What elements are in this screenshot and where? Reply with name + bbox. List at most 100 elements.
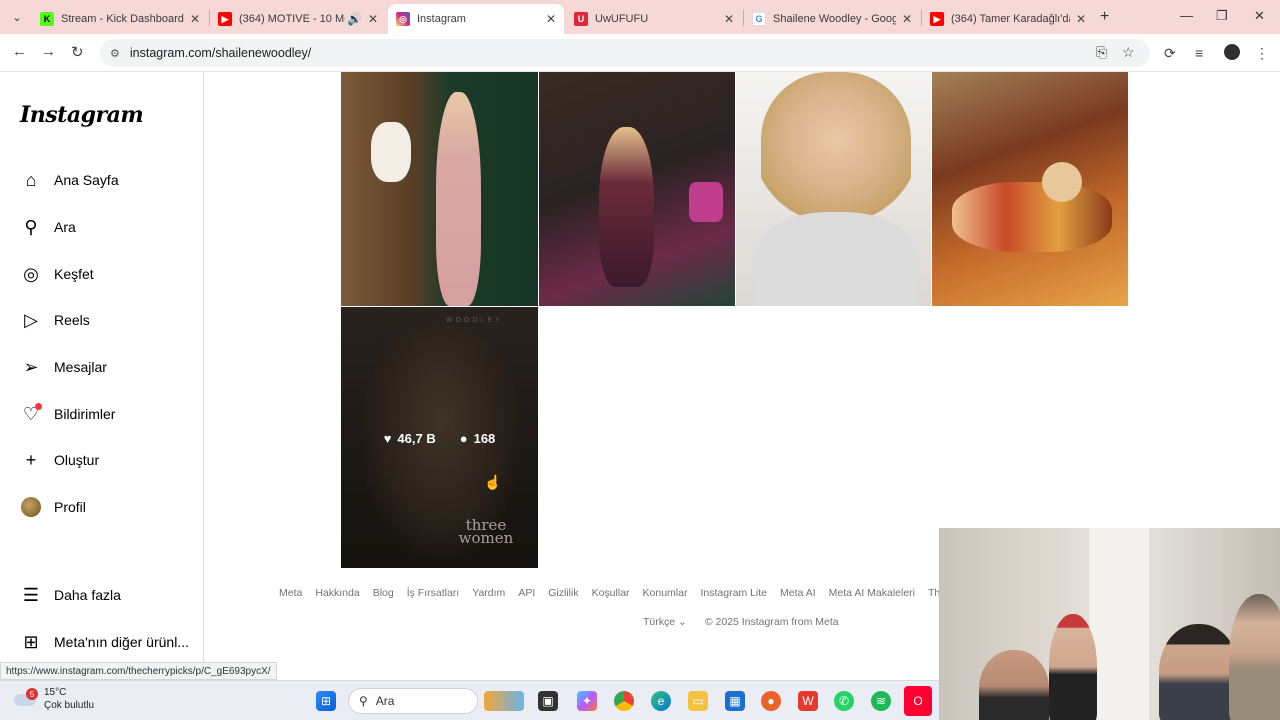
footer-link[interactable]: Yardım xyxy=(472,587,505,599)
person-figure xyxy=(1229,594,1280,720)
chrome-icon[interactable] xyxy=(614,691,634,711)
media-control-icon[interactable]: ≡ xyxy=(1195,45,1203,61)
footer-link[interactable]: API xyxy=(518,587,535,599)
nav-label: Ara xyxy=(54,219,76,235)
tab-kick[interactable]: K Stream - Kick Dashboard ✕ xyxy=(32,4,208,34)
footer-link[interactable]: İş Fırsatları xyxy=(407,587,460,599)
youtube-icon: ▶ xyxy=(930,12,944,26)
tab-youtube-tamer[interactable]: ▶ (364) Tamer Karadağlı'dan ✕ xyxy=(922,4,1094,34)
speaker-icon[interactable]: 🔊 xyxy=(347,12,362,26)
nav-meta-apps[interactable]: ⊞ Meta'nın diğer ürünl... xyxy=(20,627,189,657)
kick-icon: K xyxy=(40,12,54,26)
file-explorer-icon[interactable]: ▭ xyxy=(688,691,708,711)
weather-widget[interactable]: 5 15°C Çok bulutlu xyxy=(14,686,94,712)
person-figure xyxy=(1159,624,1239,720)
recording-app-icon[interactable]: ● xyxy=(761,691,781,711)
tab-title: Shailene Woodley - Googl xyxy=(773,13,896,25)
wps-office-icon[interactable]: W xyxy=(798,691,818,711)
nav-notifications[interactable]: ♡ Bildirimler xyxy=(20,399,115,429)
post-figure xyxy=(761,72,911,222)
tab-instagram[interactable]: ◎ Instagram ✕ xyxy=(388,4,564,34)
store-icon[interactable]: ▦ xyxy=(725,691,745,711)
minimize-icon[interactable]: — xyxy=(1180,8,1193,23)
language-select[interactable]: Türkçe ⌄ xyxy=(643,616,687,628)
compass-icon: ◎ xyxy=(23,263,39,284)
nav-label: Reels xyxy=(54,312,90,328)
nav-explore[interactable]: ◎ Keşfet xyxy=(20,259,94,289)
kebab-menu-icon[interactable]: ⋮ xyxy=(1255,45,1269,62)
post-thumbnail[interactable] xyxy=(736,72,931,306)
footer-link[interactable]: Gizlilik xyxy=(548,587,578,599)
messages-icon: ➢ xyxy=(23,356,39,377)
tab-title: Stream - Kick Dashboard xyxy=(61,13,184,25)
reload-icon[interactable]: ↻ xyxy=(71,43,84,61)
tab-title: (364) Tamer Karadağlı'dan xyxy=(951,13,1070,25)
profile-avatar-icon xyxy=(20,496,42,518)
footer-link[interactable]: Meta AI xyxy=(780,587,816,599)
address-bar[interactable]: ⚙ instagram.com/shailenewoodley/ ⎘ ☆ xyxy=(100,39,1150,67)
extension-icon[interactable]: ⟳ xyxy=(1164,45,1176,62)
weather-badge: 5 xyxy=(26,688,38,700)
footer-link[interactable]: Konumlar xyxy=(643,587,688,599)
heart-icon: ♥ xyxy=(383,431,392,446)
window-close-icon[interactable]: ✕ xyxy=(1254,8,1265,24)
post-title-text: three women xyxy=(458,516,514,547)
taskbar-search-box[interactable]: ⚲ Ara xyxy=(348,688,478,714)
close-icon[interactable]: ✕ xyxy=(368,12,378,26)
nav-profile[interactable]: Profil xyxy=(20,492,86,522)
tab-youtube-motive[interactable]: ▶ (364) MOTIVE - 10 MG 🔊 ✕ xyxy=(210,4,386,34)
opera-icon[interactable]: O xyxy=(904,686,932,716)
plus-icon: + xyxy=(25,449,37,470)
nav-create[interactable]: + Oluştur xyxy=(20,445,99,475)
nav-reels[interactable]: ▷ Reels xyxy=(20,305,90,335)
post-figure xyxy=(952,182,1112,252)
nav-more[interactable]: ☰ Daha fazla xyxy=(20,580,121,610)
post-thumbnail-hovered[interactable]: WOODLEY ♥ 46,7 B ● 168 three women xyxy=(341,307,538,568)
back-arrow-icon[interactable]: ← xyxy=(12,43,27,60)
windows-start-icon[interactable]: ⊞ xyxy=(316,691,336,711)
close-icon[interactable]: ✕ xyxy=(1076,12,1086,26)
close-icon[interactable]: ✕ xyxy=(902,12,912,26)
footer-link[interactable]: Koşullar xyxy=(592,587,630,599)
nav-messages[interactable]: ➢ Mesajlar xyxy=(20,352,106,382)
tab-search-chevron-icon[interactable]: ⌄ xyxy=(8,8,26,26)
copilot-icon[interactable]: ✦ xyxy=(577,691,597,711)
post-thumbnail[interactable] xyxy=(341,72,538,306)
heart-icon: ♡ xyxy=(20,403,42,425)
uwufufu-icon: U xyxy=(574,12,588,26)
close-icon[interactable]: ✕ xyxy=(546,12,556,26)
footer-link[interactable]: Instagram Lite xyxy=(700,587,767,599)
new-tab-button[interactable]: + xyxy=(1100,8,1109,26)
nav-search[interactable]: ⚲ Ara xyxy=(20,212,76,242)
edge-icon[interactable]: e xyxy=(651,691,671,711)
instagram-logo[interactable]: Instagram xyxy=(20,102,144,128)
lamp-shape xyxy=(371,122,411,182)
spotify-icon[interactable]: ≋ xyxy=(871,691,891,711)
instagram-icon: ◎ xyxy=(396,12,410,26)
nav-home[interactable]: ⌂ Ana Sayfa xyxy=(20,165,119,195)
youtube-icon: ▶ xyxy=(218,12,232,26)
post-thumbnail[interactable] xyxy=(932,72,1128,306)
whatsapp-icon[interactable]: ✆ xyxy=(834,691,854,711)
forward-arrow-icon[interactable]: → xyxy=(41,43,56,60)
footer-link[interactable]: Meta AI Makaleleri xyxy=(829,587,915,599)
windows-taskbar: 5 15°C Çok bulutlu ⊞ ⚲ Ara ▣ ✦ e ▭ ▦ ● W… xyxy=(0,680,939,720)
task-view-icon[interactable]: ▣ xyxy=(538,691,558,711)
search-highlight-icon xyxy=(484,691,524,711)
restore-icon[interactable]: ❐ xyxy=(1216,8,1228,24)
browser-profile-avatar[interactable] xyxy=(1224,44,1240,60)
close-icon[interactable]: ✕ xyxy=(190,12,200,26)
footer-link[interactable]: Meta xyxy=(279,587,302,599)
reels-icon: ▷ xyxy=(24,309,38,330)
comment-icon: ● xyxy=(459,431,468,446)
close-icon[interactable]: ✕ xyxy=(724,12,734,26)
post-thumbnail[interactable] xyxy=(539,72,735,306)
tab-uwufufu[interactable]: U UwUFUFU ✕ xyxy=(566,4,742,34)
tab-google[interactable]: G Shailene Woodley - Googl ✕ xyxy=(744,4,920,34)
likes-count: 46,7 B xyxy=(397,431,436,446)
install-app-icon[interactable]: ⎘ xyxy=(1096,44,1107,61)
site-info-icon[interactable]: ⚙ xyxy=(110,47,120,60)
bookmark-star-icon[interactable]: ☆ xyxy=(1122,44,1135,61)
footer-link[interactable]: Hakkında xyxy=(315,587,359,599)
footer-link[interactable]: Blog xyxy=(373,587,394,599)
